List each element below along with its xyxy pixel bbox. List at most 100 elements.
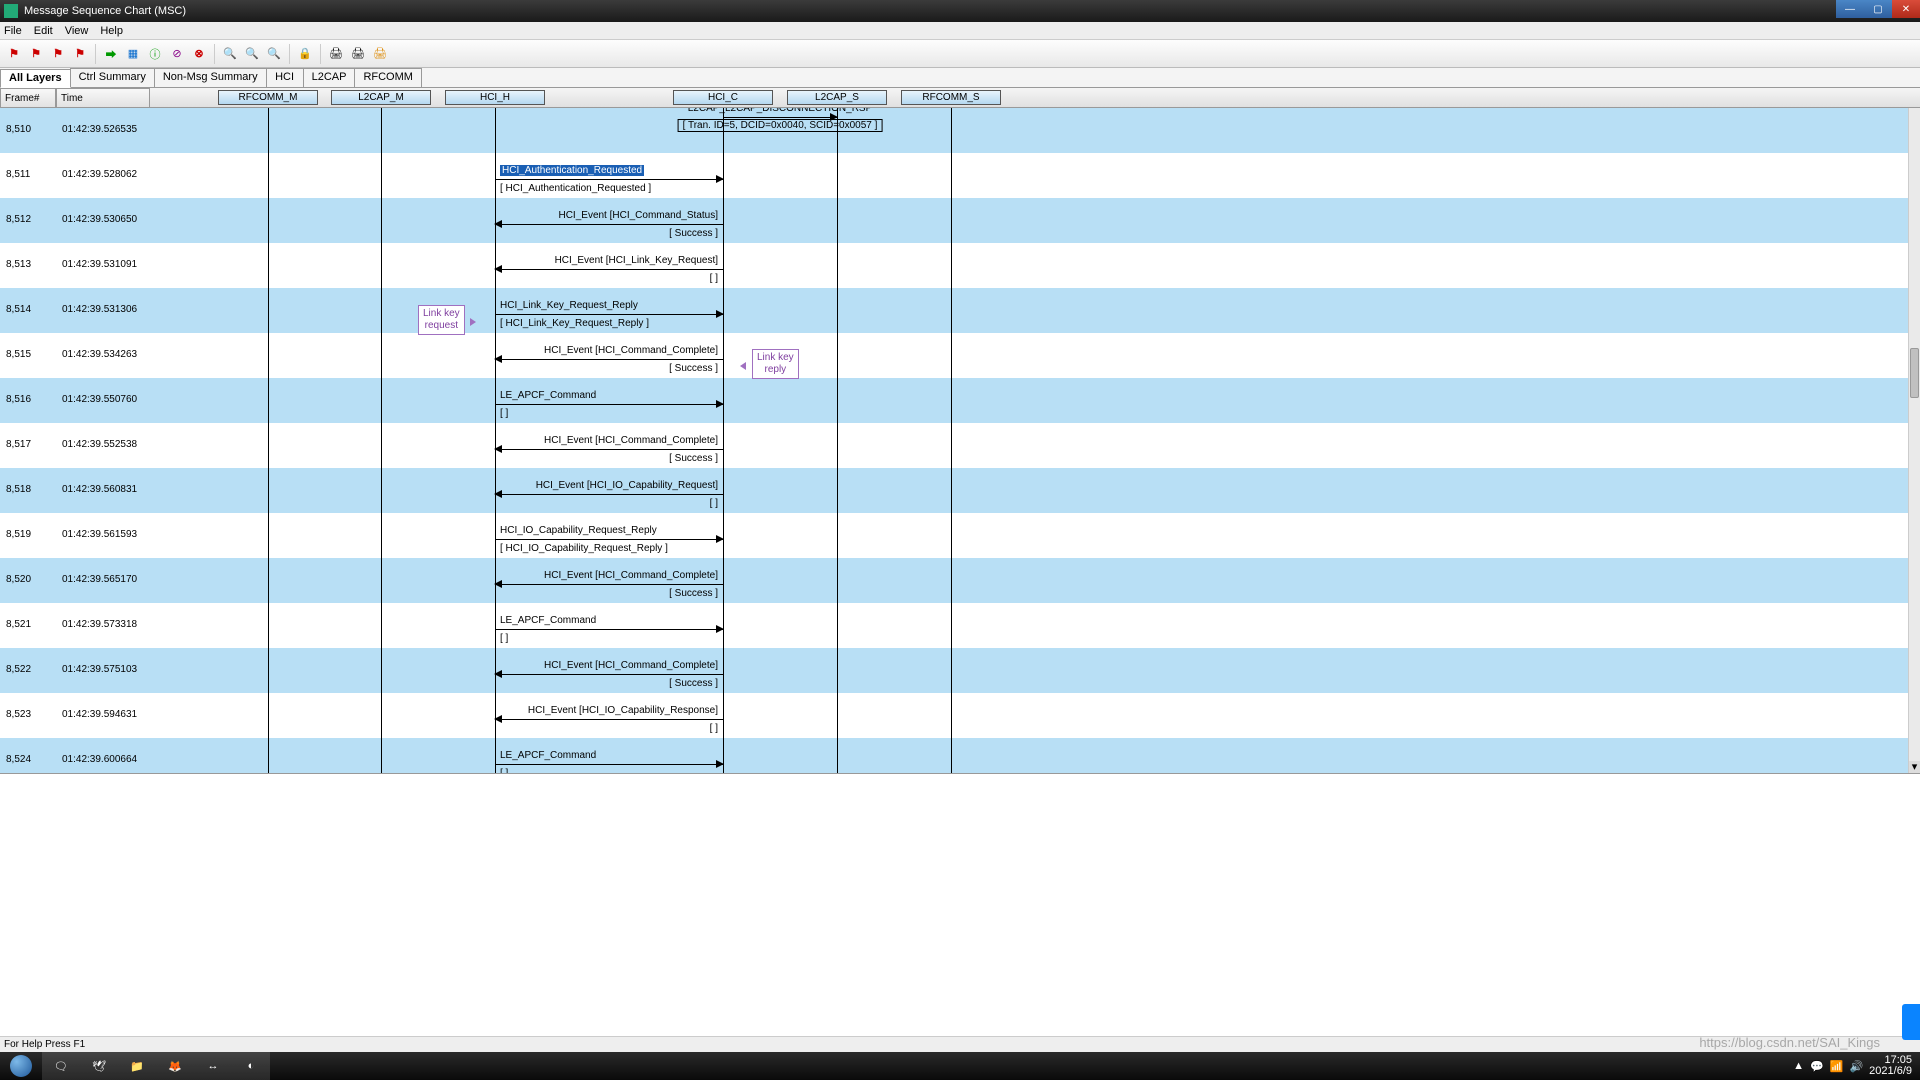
tool-find-icon[interactable]: 🔍	[220, 44, 240, 64]
menu-view[interactable]: View	[65, 25, 89, 37]
message-arrow[interactable]: LE_APCF_Command [ ]	[495, 615, 723, 655]
col-time[interactable]: Time	[56, 88, 150, 108]
taskbar-app-6[interactable]: ◐	[232, 1052, 270, 1080]
vertical-scrollbar[interactable]: ▴ ▾	[1908, 88, 1920, 773]
message-arrow[interactable]: L2CAP_L2CAP_DISCONNECTION_RSP[ Tran. ID=…	[723, 103, 837, 143]
teamviewer-panel-icon[interactable]	[1902, 1004, 1920, 1040]
message-arrow[interactable]: HCI_Authentication_Requested[ HCI_Authen…	[495, 165, 723, 205]
table-row[interactable]: 8,51701:42:39.552538	[0, 423, 1908, 468]
table-row[interactable]: 8,52101:42:39.573318	[0, 603, 1908, 648]
scroll-down-icon[interactable]: ▾	[1909, 761, 1920, 773]
lifeline-l2cap_s	[837, 108, 838, 773]
tool-find-prev-icon[interactable]: 🔍	[264, 44, 284, 64]
table-row[interactable]: 8,52001:42:39.565170	[0, 558, 1908, 603]
table-row[interactable]: 8,51501:42:39.534263	[0, 333, 1908, 378]
table-row[interactable]: 8,51801:42:39.560831	[0, 468, 1908, 513]
message-arrow[interactable]: HCI_Event [HCI_Command_Complete][ Succes…	[495, 345, 723, 385]
tool-person-left-icon[interactable]: ⚑	[48, 44, 68, 64]
table-row[interactable]: 8,52201:42:39.575103	[0, 648, 1908, 693]
taskbar-app-1[interactable]: 🗨	[42, 1052, 80, 1080]
tool-error-icon[interactable]: ⊗	[189, 44, 209, 64]
message-arrow[interactable]: LE_APCF_Command[ ]	[495, 390, 723, 430]
message-sublabel: [ HCI_Authentication_Requested ]	[500, 183, 651, 194]
lifeline-header-hci_c[interactable]: HCI_C	[673, 90, 773, 105]
table-row[interactable]: 8,51101:42:39.528062	[0, 153, 1908, 198]
table-row[interactable]: 8,51201:42:39.530650	[0, 198, 1908, 243]
lifeline-header-l2cap_m[interactable]: L2CAP_M	[331, 90, 431, 105]
table-row[interactable]: 8,51601:42:39.550760	[0, 378, 1908, 423]
tray-battery-icon[interactable]: 🔊	[1849, 1060, 1863, 1073]
tool-person-right-icon[interactable]: ⚑	[70, 44, 90, 64]
menu-file[interactable]: File	[4, 25, 22, 37]
message-arrow[interactable]: HCI_Event [HCI_Link_Key_Request][ ]	[495, 255, 723, 295]
lifeline-rfcomm_s	[951, 108, 952, 773]
message-sublabel: [ ]	[500, 633, 508, 644]
tool-goto-icon[interactable]: ⮕	[101, 44, 121, 64]
tool-person-remove-icon[interactable]: ⚑	[26, 44, 46, 64]
message-arrow[interactable]: HCI_Event [HCI_IO_Capability_Request][ ]	[495, 480, 723, 520]
taskbar-firefox[interactable]: 🦊	[156, 1052, 194, 1080]
frame-time: 01:42:39.528062	[62, 169, 137, 180]
tray-sound-icon[interactable]: 📶	[1830, 1060, 1844, 1073]
frame-time: 01:42:39.565170	[62, 574, 137, 585]
taskbar-app-2[interactable]: 🕊	[80, 1052, 118, 1080]
lifeline-header-l2cap_s[interactable]: L2CAP_S	[787, 90, 887, 105]
lifeline-header-hci_h[interactable]: HCI_H	[445, 90, 545, 105]
table-row[interactable]: 8,52301:42:39.594631	[0, 693, 1908, 738]
col-frame[interactable]: Frame#	[0, 88, 56, 108]
tool-print-icon[interactable]: 🖨	[326, 44, 346, 64]
callout-box: Link keyrequest	[418, 305, 465, 335]
message-label: HCI_Event [HCI_Link_Key_Request]	[555, 255, 718, 266]
system-tray[interactable]: ▲ 💬 📶 🔊 17:05 2021/6/9	[1793, 1055, 1920, 1077]
message-arrow[interactable]: HCI_Event [HCI_IO_Capability_Response][ …	[495, 705, 723, 745]
tool-info-icon[interactable]: ⓘ	[145, 44, 165, 64]
msc-chart: Frame# Time RFCOMM_ML2CAP_MHCI_HHCI_CL2C…	[0, 88, 1920, 774]
lifeline-header-rfcomm_m[interactable]: RFCOMM_M	[218, 90, 318, 105]
message-label: LE_APCF_Command	[500, 615, 596, 626]
table-row[interactable]: 8,51001:42:39.526535	[0, 108, 1908, 153]
lifeline-header-rfcomm_s[interactable]: RFCOMM_S	[901, 90, 1001, 105]
table-row[interactable]: 8,51401:42:39.531306	[0, 288, 1908, 333]
frame-number: 8,515	[6, 349, 31, 360]
tab-rfcomm[interactable]: RFCOMM	[354, 68, 422, 87]
maximize-button[interactable]: ▢	[1864, 0, 1892, 18]
tray-date: 2021/6/9	[1869, 1066, 1912, 1077]
tab-hci[interactable]: HCI	[266, 68, 304, 87]
tool-columns-icon[interactable]: ▦	[123, 44, 143, 64]
tool-stop-icon[interactable]: ⊘	[167, 44, 187, 64]
menu-help[interactable]: Help	[100, 25, 123, 37]
message-arrow[interactable]: HCI_IO_Capability_Request_Reply[ HCI_IO_…	[495, 525, 723, 565]
tool-person-add-icon[interactable]: ⚑	[4, 44, 24, 64]
table-row[interactable]: 8,51901:42:39.561593	[0, 513, 1908, 558]
message-arrow[interactable]: LE_APCF_Command[ ]	[495, 750, 723, 774]
tool-find-next-icon[interactable]: 🔍	[242, 44, 262, 64]
message-label: HCI_Event [HCI_Command_Complete]	[544, 570, 718, 581]
tab-l2cap[interactable]: L2CAP	[303, 68, 356, 87]
message-arrow[interactable]: HCI_Event [HCI_Command_Complete][ Succes…	[495, 435, 723, 475]
close-button[interactable]: ✕	[1892, 0, 1920, 18]
table-row[interactable]: 8,52401:42:39.600664	[0, 738, 1908, 774]
tray-flag-icon[interactable]: ▲	[1793, 1060, 1804, 1072]
minimize-button[interactable]: —	[1836, 0, 1864, 18]
taskbar-teamviewer[interactable]: ↔	[194, 1052, 232, 1080]
message-label: HCI_Link_Key_Request_Reply	[500, 300, 638, 311]
tab-ctrl-summary[interactable]: Ctrl Summary	[70, 68, 155, 87]
message-sublabel: [ ]	[710, 498, 718, 509]
menu-edit[interactable]: Edit	[34, 25, 53, 37]
tab-all-layers[interactable]: All Layers	[0, 69, 71, 88]
tray-network-icon[interactable]: 💬	[1810, 1060, 1824, 1073]
lifeline-hci_c	[723, 108, 724, 773]
table-row[interactable]: 8,51301:42:39.531091	[0, 243, 1908, 288]
tool-export-icon[interactable]: 🖨	[370, 44, 390, 64]
start-button[interactable]	[0, 1052, 42, 1080]
message-arrow[interactable]: HCI_Event [HCI_Command_Status][ Success …	[495, 210, 723, 250]
taskbar-explorer[interactable]: 📁	[118, 1052, 156, 1080]
message-arrow[interactable]: HCI_Event [HCI_Command_Complete][ Succes…	[495, 570, 723, 610]
frame-number: 8,513	[6, 259, 31, 270]
tool-print-preview-icon[interactable]: 🖨	[348, 44, 368, 64]
message-arrow[interactable]: HCI_Link_Key_Request_Reply[ HCI_Link_Key…	[495, 300, 723, 340]
scroll-thumb[interactable]	[1910, 348, 1919, 398]
tool-lock-icon[interactable]: 🔒	[295, 44, 315, 64]
message-arrow[interactable]: HCI_Event [HCI_Command_Complete][ Succes…	[495, 660, 723, 700]
tab-non-msg-summary[interactable]: Non-Msg Summary	[154, 68, 267, 87]
